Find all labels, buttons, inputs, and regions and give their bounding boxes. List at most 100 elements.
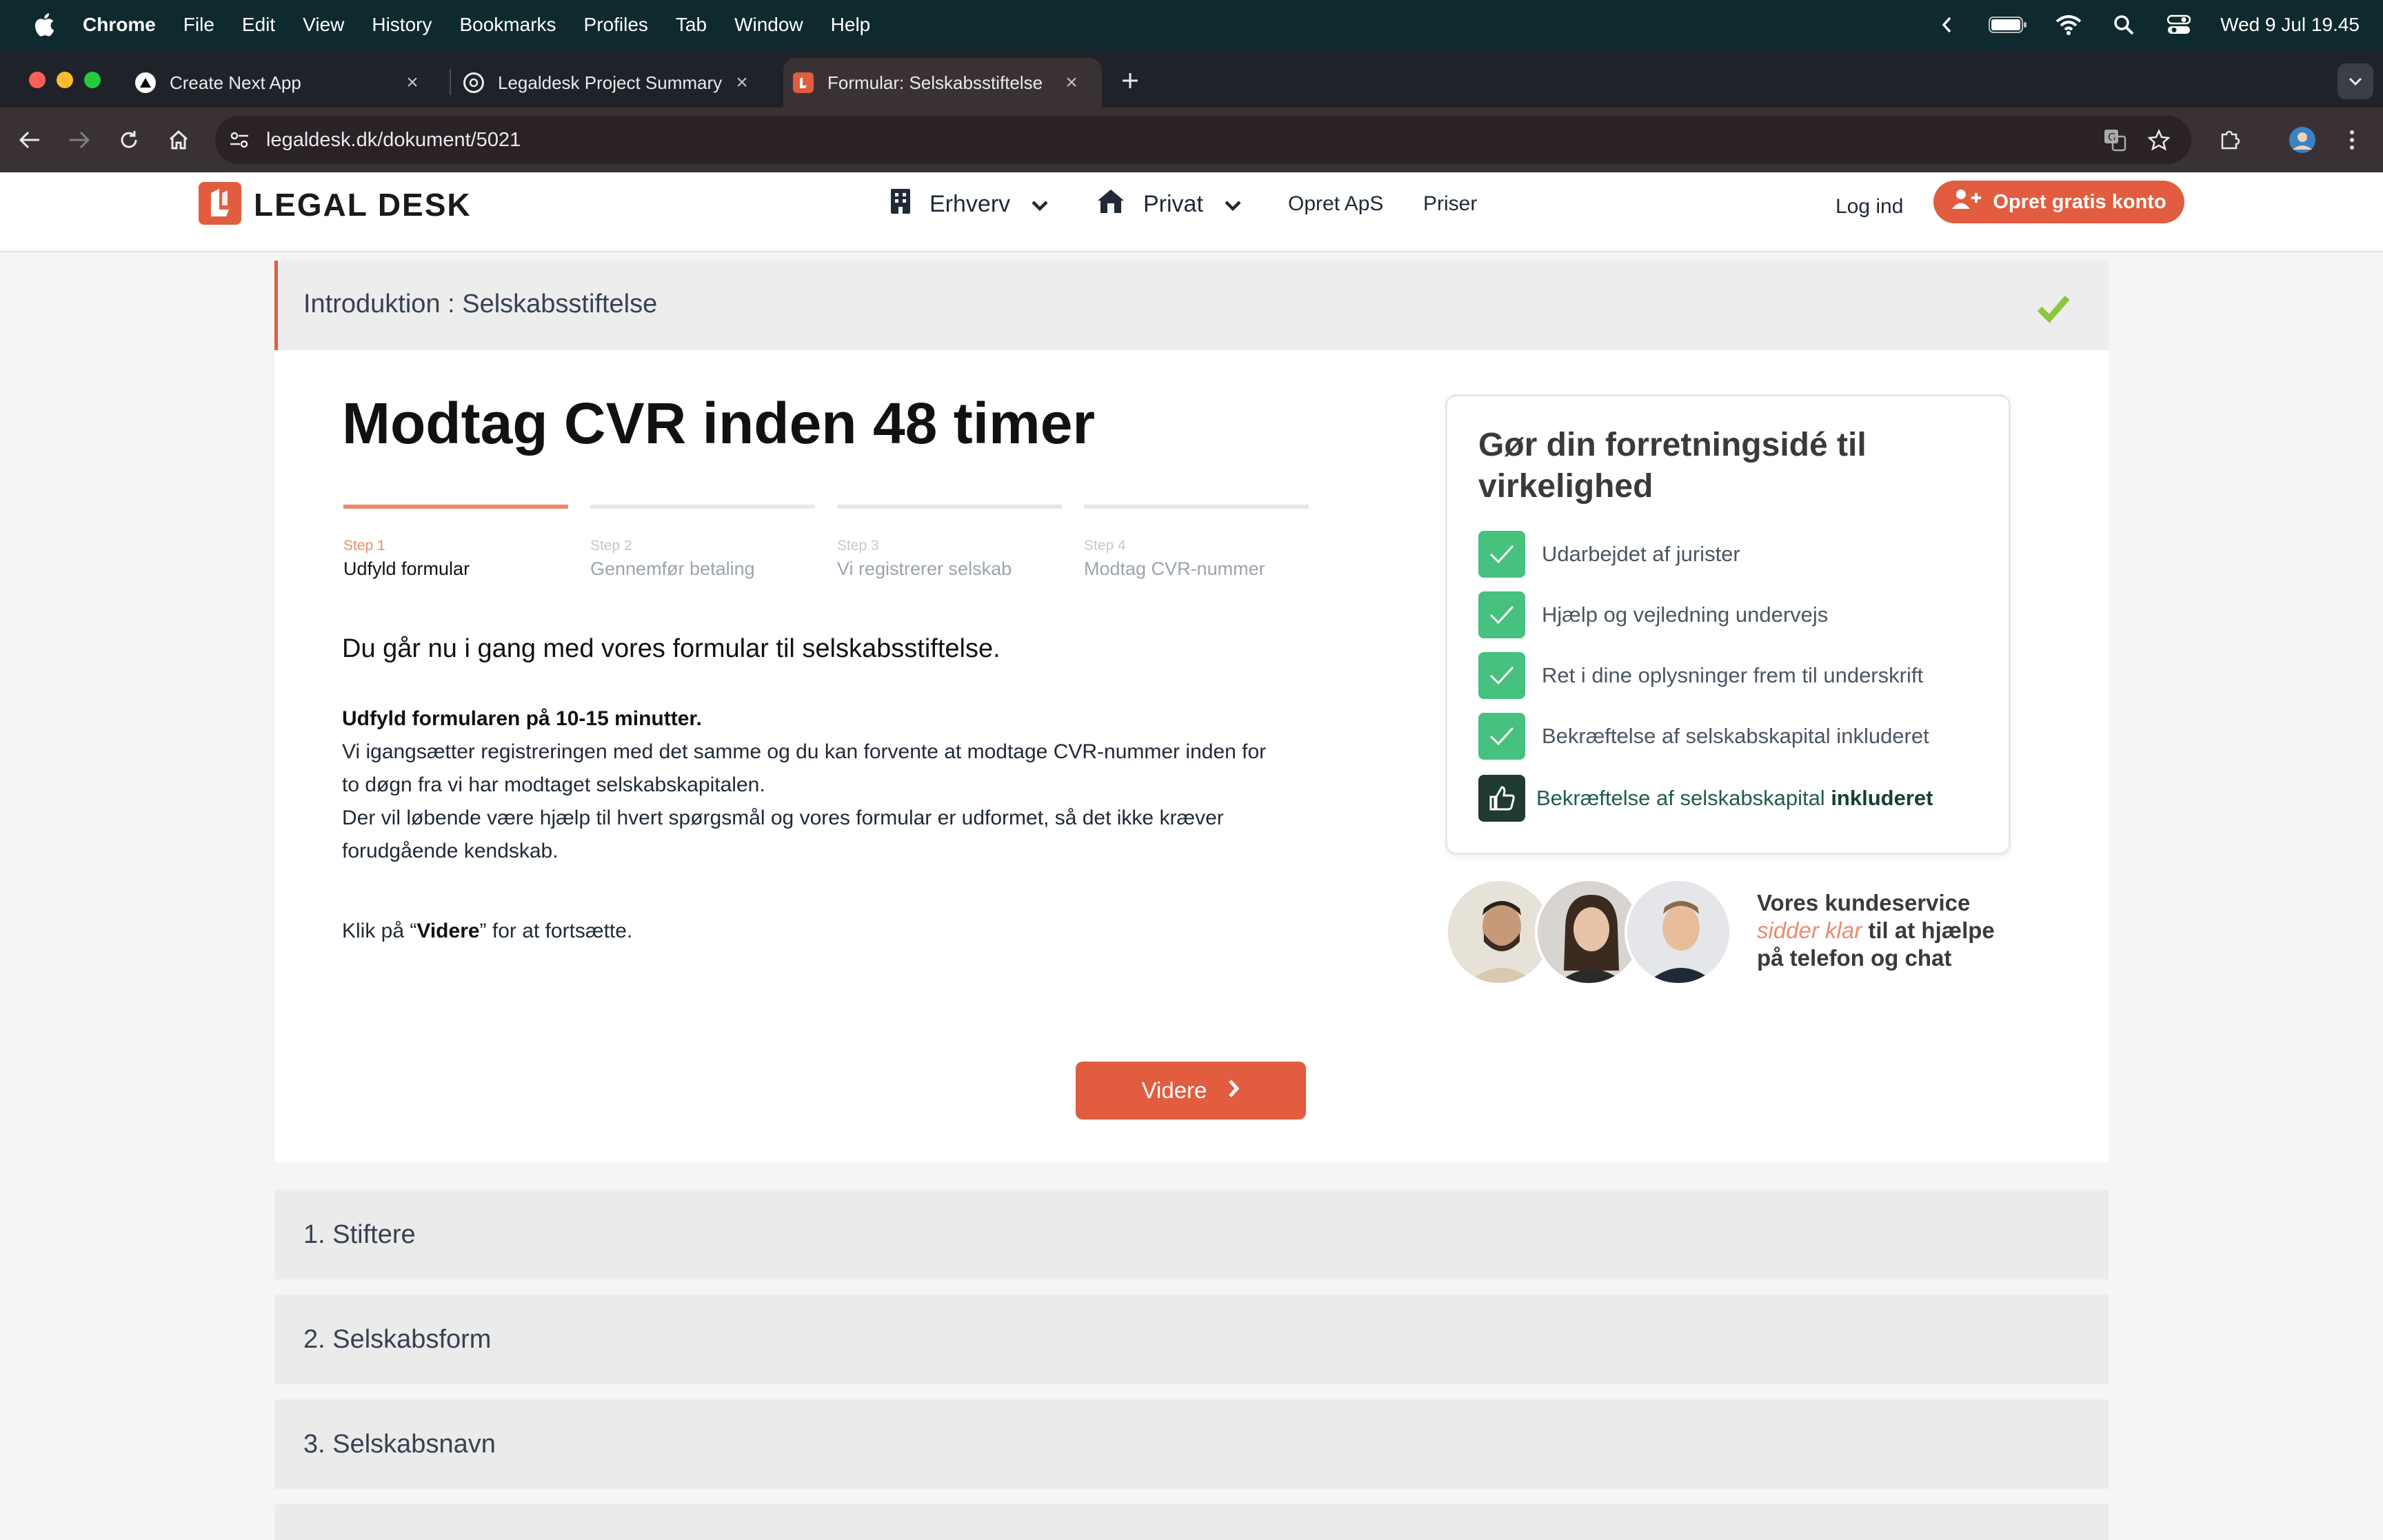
menu-file[interactable]: File xyxy=(183,14,214,36)
cs-line-2: til at hjælpe xyxy=(1862,918,1995,943)
tab-legaldesk-project-summary[interactable]: Legaldesk Project Summary × xyxy=(463,58,772,108)
duration-note: Udfyld formularen på 10-15 minutter. xyxy=(342,707,702,731)
next-button-label: Videre xyxy=(1141,1077,1207,1103)
window-minimize-button[interactable] xyxy=(57,72,73,88)
step-4-number: Step 4 xyxy=(1084,538,1126,554)
wifi-icon[interactable] xyxy=(2055,11,2082,39)
close-tab-icon[interactable]: × xyxy=(731,72,753,94)
logo-text[interactable]: LEGAL DESK xyxy=(254,186,472,223)
step-1-number: Step 1 xyxy=(343,538,385,554)
continue-bold: Videre xyxy=(416,920,480,942)
section-selskabsnavn[interactable] xyxy=(274,1399,2109,1489)
create-account-button[interactable]: Opret gratis konto xyxy=(1933,181,2184,223)
more-menu-icon[interactable] xyxy=(2335,123,2369,157)
menu-bookmarks[interactable]: Bookmarks xyxy=(459,14,556,36)
completed-check-icon xyxy=(2035,290,2071,325)
page-heading: Modtag CVR inden 48 timer xyxy=(342,391,1096,456)
home-icon[interactable] xyxy=(161,123,196,157)
step-4-progress xyxy=(1084,505,1309,509)
new-tab-icon[interactable] xyxy=(1113,63,1147,98)
next-button[interactable]: Videre xyxy=(1076,1062,1306,1119)
close-tab-icon[interactable]: × xyxy=(401,72,423,94)
menu-window[interactable]: Window xyxy=(734,14,803,36)
window-zoom-button[interactable] xyxy=(84,72,101,88)
back-arrow-icon[interactable] xyxy=(12,123,47,157)
menu-edit[interactable]: Edit xyxy=(242,14,275,36)
benefit-highlight-bold: inkluderet xyxy=(1831,786,1933,810)
translate-icon[interactable]: G xyxy=(2098,123,2132,157)
step-2-progress xyxy=(590,505,815,509)
nextjs-favicon-icon xyxy=(135,72,156,93)
openai-favicon-icon xyxy=(463,72,484,93)
tab-title: Legaldesk Project Summary xyxy=(498,72,723,93)
benefits-title: Gør din forretningsidé til virkelighed xyxy=(1478,427,1867,505)
check-icon xyxy=(1478,531,1525,578)
tab-title: Formular: Selskabsstiftelse xyxy=(827,72,1043,93)
body-line-2: to døgn fra vi har modtaget selskabskapi… xyxy=(342,773,765,796)
menu-help[interactable]: Help xyxy=(831,14,871,36)
body-line-1: Vi igangsætter registreringen med det sa… xyxy=(342,740,1267,763)
window-close-button[interactable] xyxy=(29,72,46,88)
benefit-highlight: Bekræftelse af selskabskapital inkludere… xyxy=(1536,786,1933,811)
step-2-label: Gennemfør betaling xyxy=(590,558,755,579)
site-info-icon[interactable] xyxy=(222,123,257,157)
section-stiftere-title: 1. Stiftere xyxy=(303,1220,416,1249)
lead-text: Du går nu i gang med vores formular til … xyxy=(342,634,1001,663)
building-icon xyxy=(889,188,912,221)
login-link[interactable]: Log ind xyxy=(1836,189,1903,225)
step-4-label: Modtag CVR-nummer xyxy=(1084,558,1265,579)
tab-search-chevron-icon[interactable] xyxy=(2337,63,2373,99)
tab-formular-selskabsstiftelse[interactable]: Formular: Selskabsstiftelse × xyxy=(783,58,1102,108)
nav-privat[interactable]: Privat xyxy=(1096,186,1242,222)
section-selskabsform[interactable] xyxy=(274,1295,2109,1384)
nav-priser[interactable]: Priser xyxy=(1423,186,1477,222)
continue-suffix: ” for at fortsætte. xyxy=(479,920,633,942)
section-next-partial[interactable] xyxy=(274,1504,2109,1540)
menu-history[interactable]: History xyxy=(372,14,432,36)
battery-icon[interactable] xyxy=(1989,11,2027,39)
step-3-label: Vi registrerer selskab xyxy=(837,558,1012,579)
nav-erhverv[interactable]: Erhverv xyxy=(889,186,1049,222)
menu-view[interactable]: View xyxy=(303,14,344,36)
benefit-highlight-text: Bekræftelse af selskabskapital xyxy=(1536,786,1831,810)
apple-icon[interactable] xyxy=(26,0,62,50)
section-selskabsnavn-title: 3. Selskabsnavn xyxy=(303,1430,496,1459)
step-3-number: Step 3 xyxy=(837,538,879,554)
check-icon xyxy=(1478,591,1525,638)
menu-tab[interactable]: Tab xyxy=(676,14,707,36)
bookmark-star-icon[interactable] xyxy=(2142,123,2176,157)
nav-privat-label: Privat xyxy=(1143,190,1203,217)
tab-separator xyxy=(450,69,451,95)
menu-profiles[interactable]: Profiles xyxy=(584,14,648,36)
menu-app-name[interactable]: Chrome xyxy=(83,14,156,36)
control-center-icon[interactable] xyxy=(2165,11,2193,39)
extensions-puzzle-icon[interactable] xyxy=(2212,123,2246,157)
house-icon xyxy=(1096,188,1125,221)
legaldesk-logo-icon[interactable] xyxy=(199,182,241,225)
cs-line-3: på telefon og chat xyxy=(1757,945,1952,971)
cs-line-1: Vores kundeservice xyxy=(1757,890,1971,915)
tab-title: Create Next App xyxy=(170,72,301,93)
support-avatar-3 xyxy=(1625,878,1732,986)
benefit-item: Bekræftelse af selskabskapital inkludere… xyxy=(1542,724,1929,748)
step-3-progress xyxy=(837,505,1062,509)
reload-icon[interactable] xyxy=(112,123,146,157)
clock[interactable]: Wed 9 Jul 19.45 xyxy=(2220,14,2360,36)
section-selskabsform-title: 2. Selskabsform xyxy=(303,1325,492,1354)
nav-opret-aps[interactable]: Opret ApS xyxy=(1288,186,1383,222)
section-stiftere[interactable] xyxy=(274,1190,2109,1279)
chevron-down-icon xyxy=(1224,191,1242,218)
close-tab-icon[interactable]: × xyxy=(1060,72,1083,94)
customer-service-text: Vores kundeservice sidder klar til at hj… xyxy=(1757,889,2019,972)
benefit-item: Ret i dine oplysninger frem til underskr… xyxy=(1542,663,1924,687)
chevron-left-icon[interactable] xyxy=(1933,11,1961,39)
tab-create-next-app[interactable]: Create Next App × xyxy=(135,58,443,108)
forward-arrow-icon[interactable] xyxy=(62,123,97,157)
url-text[interactable]: legaldesk.dk/dokument/5021 xyxy=(266,116,521,164)
body-line-4: forudgående kendskab. xyxy=(342,840,559,862)
chevron-down-icon xyxy=(1031,191,1049,218)
step-1-label: Udfyld formular xyxy=(343,558,470,579)
continue-instruction: Klik på “Videre” for at fortsætte. xyxy=(342,920,632,943)
spotlight-search-icon[interactable] xyxy=(2110,11,2138,39)
profile-avatar-icon[interactable] xyxy=(2285,123,2320,157)
